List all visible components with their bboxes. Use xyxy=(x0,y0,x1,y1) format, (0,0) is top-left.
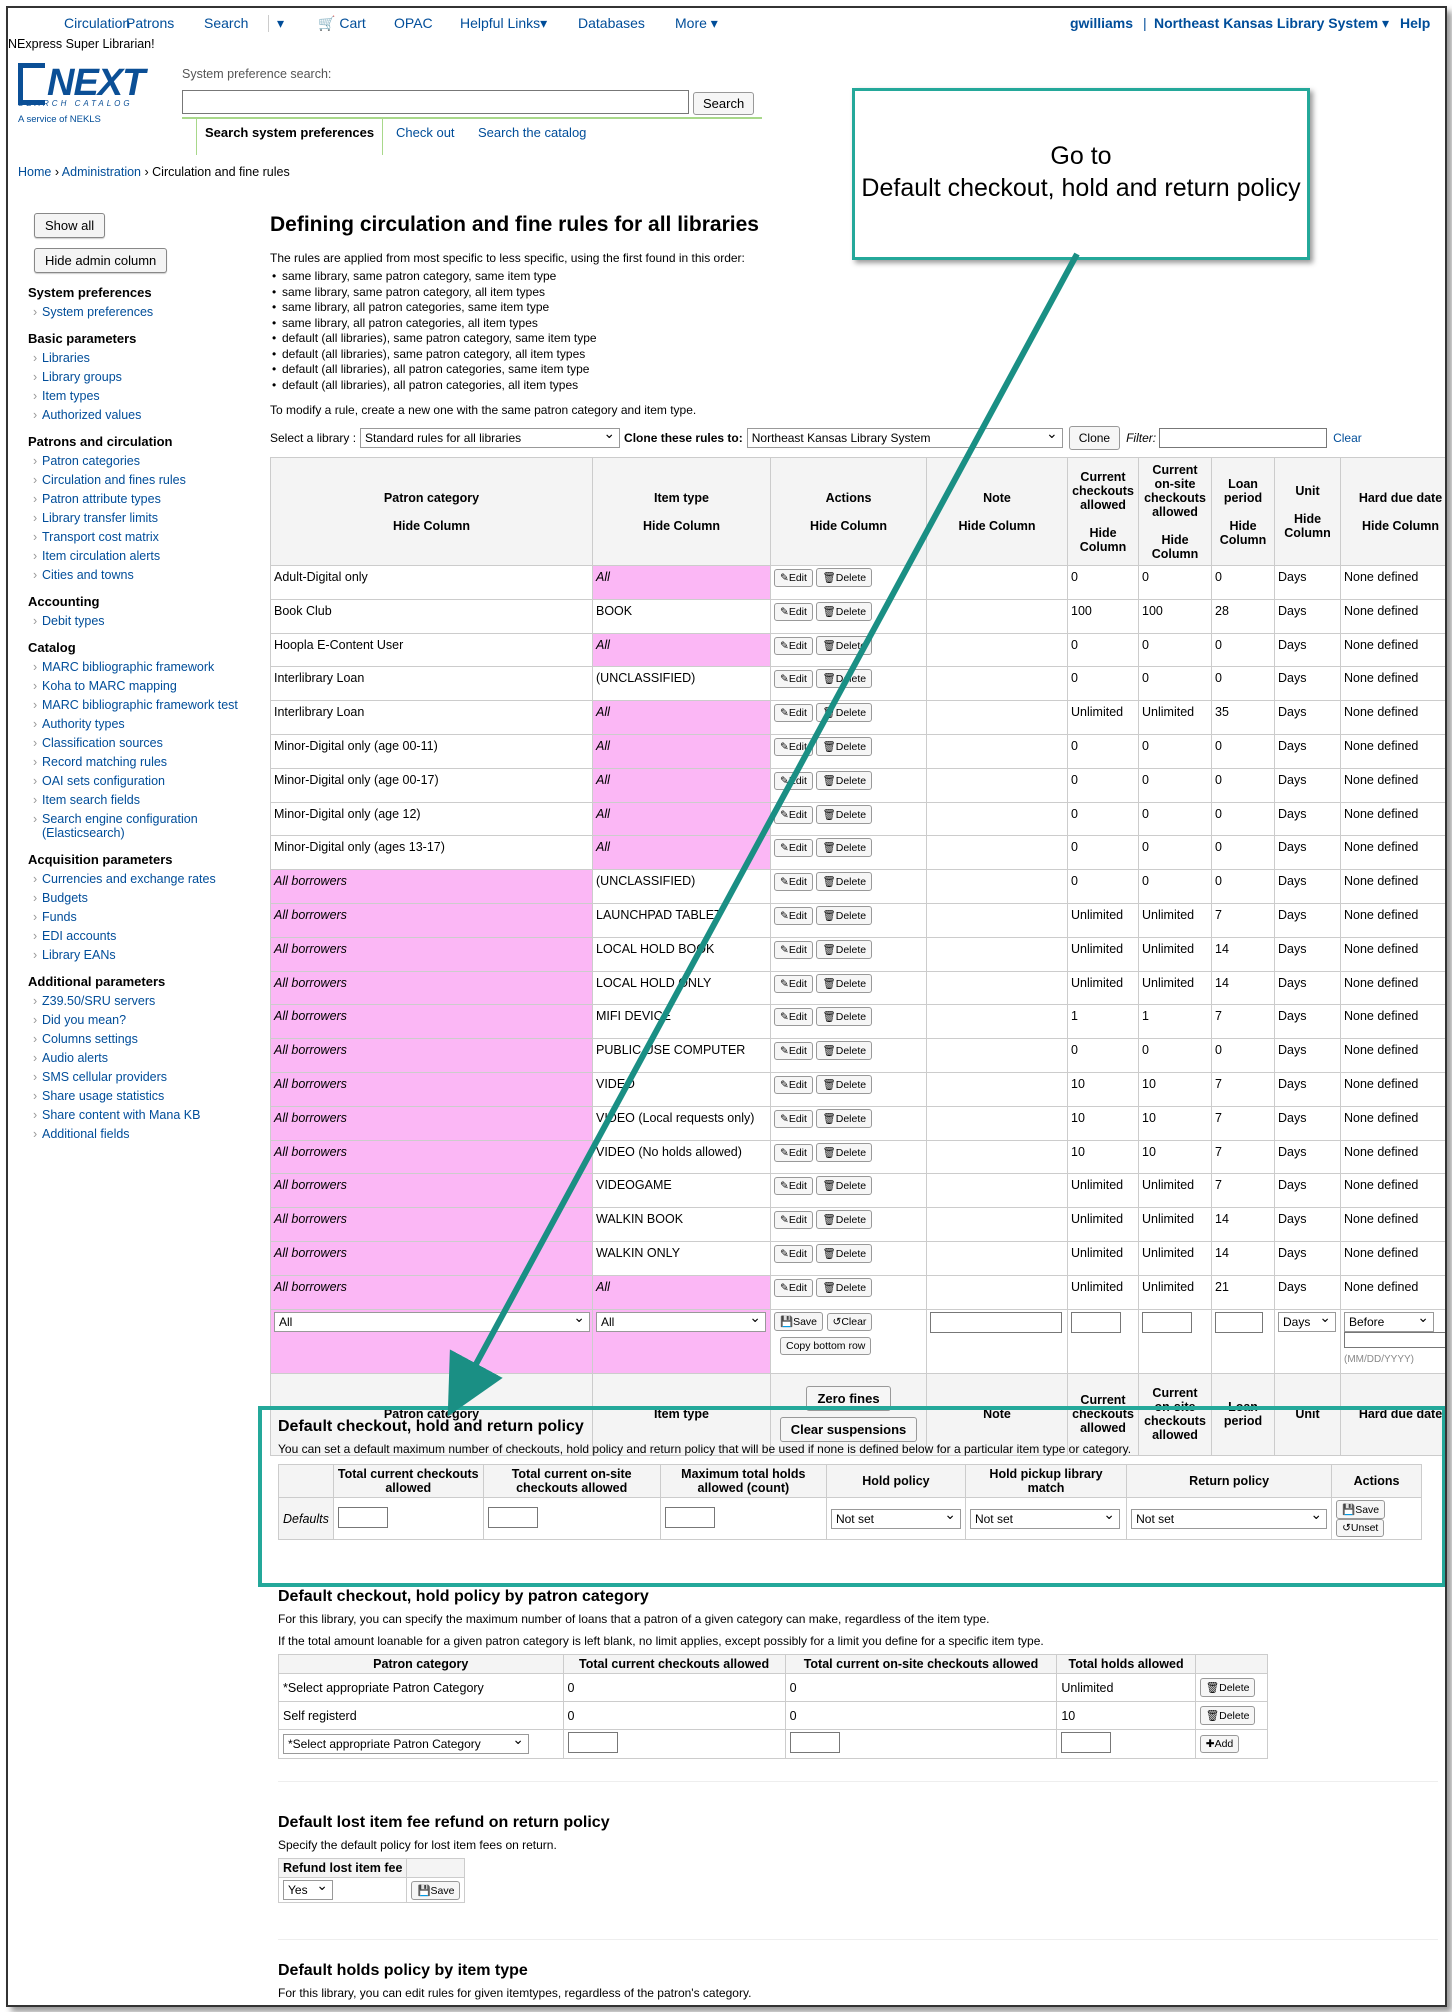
page-frame: Circulation Patrons Search ▾ 🛒 Cart OPAC… xyxy=(6,6,1447,2007)
arrow-line xyxy=(447,252,1080,1417)
callout-arrow xyxy=(447,252,1080,1417)
